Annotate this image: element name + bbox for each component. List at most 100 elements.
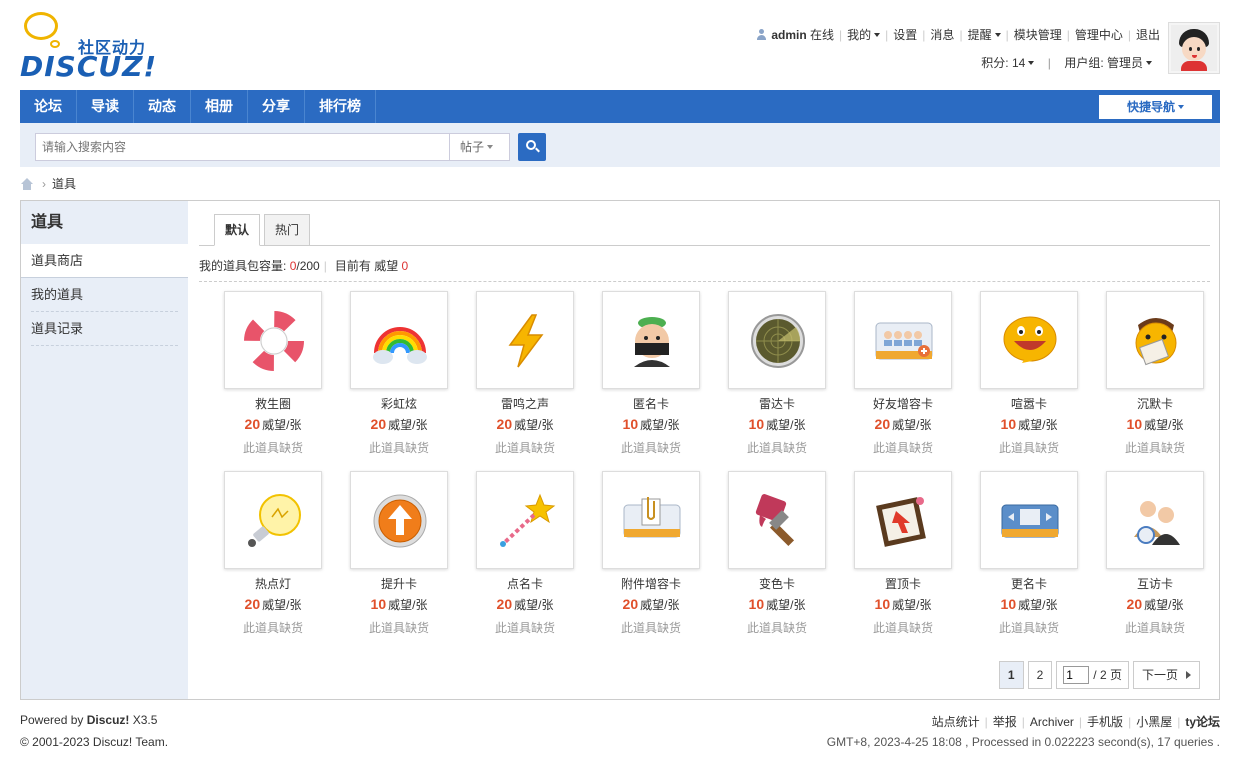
item-image[interactable] [350, 471, 448, 569]
item-card[interactable]: 附件增容卡 20 威望/张 此道具缺货 [601, 471, 701, 641]
nav-item-album[interactable]: 相册 [191, 90, 248, 123]
item-card[interactable]: 更名卡 10 威望/张 此道具缺货 [979, 471, 1079, 641]
search-input[interactable] [35, 133, 450, 161]
credits-menu[interactable]: 积分: 14 [981, 56, 1035, 70]
item-image[interactable] [980, 471, 1078, 569]
item-price-unit: 威望/张 [1018, 418, 1058, 432]
chevron-right-icon: › [42, 177, 46, 191]
item-card[interactable]: 置顶卡 10 威望/张 此道具缺货 [853, 471, 953, 641]
home-icon[interactable] [20, 178, 34, 190]
up-arrow-icon [373, 494, 427, 548]
item-image[interactable] [476, 291, 574, 389]
item-name[interactable]: 沉默卡 [1105, 396, 1205, 412]
nav-item-feed[interactable]: 动态 [134, 90, 191, 123]
item-card[interactable]: 雷鸣之声 20 威望/张 此道具缺货 [475, 291, 575, 461]
item-price-unit: 威望/张 [640, 598, 680, 612]
search-type-select[interactable]: 帖子 [449, 133, 510, 161]
footer-link-blacklist[interactable]: 小黑屋 [1136, 715, 1172, 729]
reminders-menu[interactable]: 提醒 [968, 28, 1001, 42]
username-link[interactable]: admin [771, 28, 806, 42]
item-name[interactable]: 热点灯 [223, 576, 323, 592]
item-name[interactable]: 好友增容卡 [853, 396, 953, 412]
tab-hot[interactable]: 热门 [264, 214, 311, 246]
my-menu[interactable]: 我的 [847, 28, 881, 42]
item-card[interactable]: 沉默卡 10 威望/张 此道具缺货 [1105, 291, 1205, 461]
item-image[interactable] [602, 291, 700, 389]
item-name[interactable]: 彩虹炫 [349, 396, 449, 412]
item-card[interactable]: 好友增容卡 20 威望/张 此道具缺货 [853, 291, 953, 461]
footer-link-stats[interactable]: 站点统计 [932, 715, 980, 729]
item-stock: 此道具缺货 [998, 441, 1059, 455]
nav-item-ranking[interactable]: 排行榜 [305, 90, 376, 123]
item-name[interactable]: 互访卡 [1105, 576, 1205, 592]
item-name[interactable]: 变色卡 [727, 576, 827, 592]
online-status[interactable]: 在线 [810, 28, 834, 42]
usergroup-menu[interactable]: 用户组: 管理员 [1064, 56, 1152, 70]
messages-link[interactable]: 消息 [930, 28, 954, 42]
sidebar-item-shop[interactable]: 道具商店 [21, 244, 188, 278]
item-name[interactable]: 置顶卡 [853, 576, 953, 592]
item-card[interactable]: 彩虹炫 20 威望/张 此道具缺货 [349, 291, 449, 461]
powered-brand-link[interactable]: Discuz! [87, 713, 130, 727]
item-price-value: 20 [370, 416, 387, 432]
site-logo[interactable]: 社区动力 DISCUZ! [20, 10, 160, 83]
item-card[interactable]: 匿名卡 10 威望/张 此道具缺货 [601, 291, 701, 461]
module-manage-link[interactable]: 模块管理 [1014, 28, 1062, 42]
item-name[interactable]: 匿名卡 [601, 396, 701, 412]
item-card[interactable]: 雷达卡 10 威望/张 此道具缺货 [727, 291, 827, 461]
tab-default[interactable]: 默认 [214, 214, 261, 246]
next-page-button[interactable]: 下一页 [1132, 661, 1200, 689]
item-card[interactable]: 点名卡 20 威望/张 此道具缺货 [475, 471, 575, 641]
item-image[interactable] [350, 291, 448, 389]
item-image[interactable] [854, 471, 952, 569]
logout-link[interactable]: 退出 [1136, 28, 1160, 42]
item-card[interactable]: 热点灯 20 威望/张 此道具缺货 [223, 471, 323, 641]
nav-item-forum[interactable]: 论坛 [20, 90, 77, 123]
item-image[interactable] [224, 291, 322, 389]
item-image[interactable] [224, 471, 322, 569]
separator: | [1021, 715, 1025, 729]
item-card[interactable]: 提升卡 10 威望/张 此道具缺货 [349, 471, 449, 641]
item-name[interactable]: 点名卡 [475, 576, 575, 592]
item-name[interactable]: 救生圈 [223, 396, 323, 412]
item-card[interactable]: 变色卡 10 威望/张 此道具缺货 [727, 471, 827, 641]
item-stock: 此道具缺货 [1124, 621, 1185, 635]
footer-link-report[interactable]: 举报 [993, 715, 1017, 729]
item-image[interactable] [1106, 471, 1204, 569]
nav-item-share[interactable]: 分享 [248, 90, 305, 123]
nav-item-guide[interactable]: 导读 [77, 90, 134, 123]
item-price: 10 威望/张 [853, 596, 953, 612]
item-card[interactable]: 救生圈 20 威望/张 此道具缺货 [223, 291, 323, 461]
item-name[interactable]: 雷鸣之声 [475, 396, 575, 412]
item-name[interactable]: 雷达卡 [727, 396, 827, 412]
search-button[interactable] [518, 133, 546, 161]
item-name[interactable]: 喧嚣卡 [979, 396, 1079, 412]
footer-site-name[interactable]: ty论坛 [1185, 715, 1220, 729]
sidebar-item-my-items[interactable]: 我的道具 [31, 278, 178, 312]
settings-link[interactable]: 设置 [893, 28, 917, 42]
page-jump-input[interactable] [1063, 666, 1090, 684]
item-image[interactable] [1106, 291, 1204, 389]
item-name[interactable]: 更名卡 [979, 576, 1079, 592]
admin-center-link[interactable]: 管理中心 [1075, 28, 1123, 42]
item-image[interactable] [854, 291, 952, 389]
page-1[interactable]: 1 [998, 661, 1024, 689]
item-image[interactable] [602, 471, 700, 569]
page-2[interactable]: 2 [1027, 661, 1053, 689]
quick-nav-button[interactable]: 快捷导航 [1099, 95, 1212, 119]
sidebar-item-records[interactable]: 道具记录 [31, 312, 178, 346]
footer-link-archiver[interactable]: Archiver [1030, 715, 1074, 729]
avatar[interactable] [1168, 22, 1220, 74]
item-image[interactable] [476, 471, 574, 569]
breadcrumb-current[interactable]: 道具 [52, 177, 76, 191]
item-price-value: 10 [748, 596, 765, 612]
item-image[interactable] [728, 471, 826, 569]
item-image[interactable] [980, 291, 1078, 389]
footer-link-mobile[interactable]: 手机版 [1087, 715, 1123, 729]
item-name[interactable]: 附件增容卡 [601, 576, 701, 592]
item-card[interactable]: 互访卡 20 威望/张 此道具缺货 [1105, 471, 1205, 641]
item-image[interactable] [728, 291, 826, 389]
item-price-value: 10 [622, 416, 639, 432]
item-card[interactable]: 喧嚣卡 10 威望/张 此道具缺货 [979, 291, 1079, 461]
item-name[interactable]: 提升卡 [349, 576, 449, 592]
